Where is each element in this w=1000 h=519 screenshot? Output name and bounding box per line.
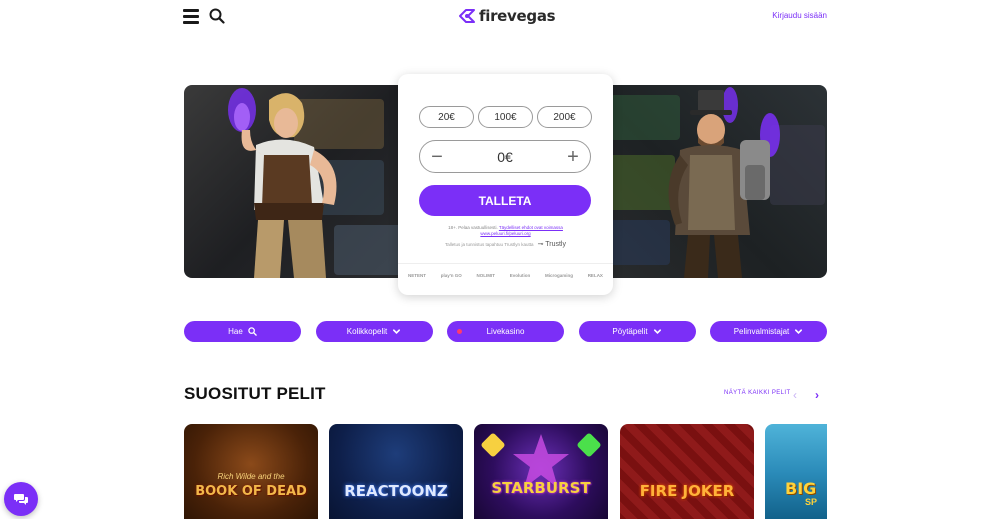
page: firevegas Kirjaudu sisään 20€ 100€ 200€ … [0, 0, 1000, 519]
chevron-down-icon [393, 329, 401, 334]
deposit-card: 20€ 100€ 200€ − 0€ + TALLETA 18+. Pelaa … [398, 74, 613, 295]
game-card-book-of-dead[interactable]: Rich Wilde and the BOOK OF DEAD [184, 424, 318, 519]
section-title: SUOSITUT PELIT [184, 384, 326, 403]
game-card-big-bass[interactable]: BIG SP [765, 424, 827, 519]
amount-button-100[interactable]: 100€ [478, 106, 533, 128]
game-title: STARBURST [491, 479, 591, 497]
provider-logos: NETENT play'n GO NOLIMIT Evolution Micro… [408, 273, 603, 278]
provider-logo: Microgaming [544, 273, 573, 278]
divider [398, 263, 613, 264]
amount-button-20[interactable]: 20€ [419, 106, 474, 128]
terms-note: 18+. Pelaa vastuullisesti. Täydelliset e… [398, 225, 613, 237]
slots-label: Kolikkopelit [346, 327, 388, 336]
gem-icon [480, 432, 506, 458]
logo-flame-icon [459, 9, 475, 23]
logo[interactable]: firevegas [458, 5, 556, 27]
chat-icon [14, 494, 28, 505]
deposit-button[interactable]: TALLETA [419, 185, 591, 216]
age-note: 18+. Pelaa vastuullisesti. [448, 225, 498, 230]
game-subtitle: SP [805, 497, 818, 507]
live-casino-button[interactable]: Livekasino [447, 321, 564, 342]
search-label: Hae [228, 327, 243, 336]
provider-logo: RELAX [587, 273, 603, 278]
search-icon[interactable] [209, 8, 225, 24]
help-link[interactable]: www.peluuri.fi/peluuri.org [480, 231, 530, 236]
game-title: REACTOONZ [344, 482, 448, 500]
slots-dropdown[interactable]: Kolikkopelit [315, 321, 433, 342]
amount-button-200[interactable]: 200€ [537, 106, 592, 128]
terms-link[interactable]: Täydelliset ehdot ovat voimassa [499, 225, 563, 230]
provider-logo: NETENT [408, 273, 426, 278]
gem-icon [576, 432, 602, 458]
game-subtitle: Rich Wilde and the [217, 472, 285, 481]
plus-icon[interactable]: + [566, 147, 580, 167]
provider-logo: play'n GO [440, 273, 462, 278]
quick-amounts: 20€ 100€ 200€ [419, 106, 592, 128]
game-title: BOOK OF DEAD [195, 484, 307, 499]
table-games-dropdown[interactable]: Pöytäpelit [578, 321, 696, 342]
chevron-down-icon [795, 329, 803, 334]
logo-text: firevegas [479, 7, 556, 25]
hamburger-menu-icon[interactable] [183, 9, 199, 24]
providers-label: Pelinvalmistajat [733, 327, 790, 336]
game-card-fire-joker[interactable]: FIRE JOKER [620, 424, 754, 519]
provider-logo: Evolution [509, 273, 531, 278]
game-title: FIRE JOKER [639, 482, 735, 500]
chat-button[interactable] [4, 482, 38, 516]
hero-character-steampunk [668, 87, 780, 278]
provider-logo: NOLIMIT [476, 273, 496, 278]
category-nav: Hae Kolikkopelit Livekasino Pöytäpelit P… [184, 321, 827, 342]
chevron-right-icon[interactable]: › [815, 388, 819, 402]
game-card-reactoonz[interactable]: REACTOONZ [329, 424, 463, 519]
header: firevegas Kirjaudu sisään [0, 0, 1000, 32]
amount-stepper: − 0€ + [419, 140, 591, 173]
live-label: Livekasino [486, 327, 525, 336]
table-label: Pöytäpelit [612, 327, 648, 336]
game-card-starburst[interactable]: STARBURST [474, 424, 608, 519]
amount-input[interactable]: 0€ [497, 149, 513, 165]
hero-banner-left [184, 85, 424, 278]
trustly-note: Talletus ja tunnistus tapahtuu Trustlyn … [445, 241, 534, 247]
search-icon [248, 327, 257, 336]
live-dot-icon [457, 329, 462, 334]
search-games-button[interactable]: Hae [184, 321, 301, 342]
trustly-row: Talletus ja tunnistus tapahtuu Trustlyn … [398, 240, 613, 248]
hero-character-adventurer [228, 88, 337, 278]
see-all-link[interactable]: NÄYTÄ KAIKKI PELIT [724, 390, 791, 396]
trustly-logo: ⊸ Trustly [537, 241, 566, 248]
chevron-left-icon[interactable]: ‹ [793, 388, 797, 402]
game-title: BIG [785, 479, 817, 498]
providers-dropdown[interactable]: Pelinvalmistajat [710, 321, 827, 342]
hero-banner-right [590, 85, 827, 278]
chevron-down-icon [653, 329, 661, 334]
login-link[interactable]: Kirjaudu sisään [772, 11, 827, 20]
minus-icon[interactable]: − [430, 147, 444, 167]
